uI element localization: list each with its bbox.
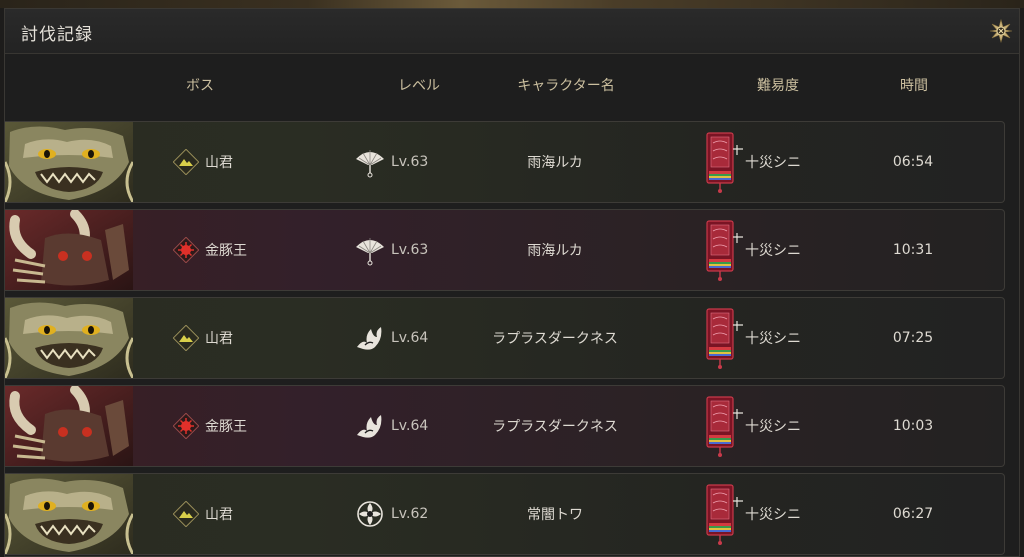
flame-icon — [356, 326, 383, 351]
fan-icon — [355, 237, 385, 266]
clear-time: 07:25 — [892, 330, 934, 346]
level-value: Lv.63 — [391, 242, 429, 258]
boss-cell: 山君 — [173, 298, 233, 378]
difficulty-tablet-icon — [706, 308, 743, 370]
level-value: Lv.64 — [391, 418, 429, 434]
difficulty-cell: 十災シニ — [703, 122, 801, 202]
difficulty-cell: 十災シニ — [703, 386, 801, 466]
difficulty-tablet-icon — [706, 220, 743, 282]
clear-time: 10:31 — [892, 242, 934, 258]
level-value: Lv.63 — [391, 154, 429, 170]
boss-name: 山君 — [205, 507, 233, 523]
level-cell: Lv.63 — [353, 122, 428, 202]
difficulty-cell: 十災シニ — [703, 474, 801, 554]
boss-portrait — [5, 298, 133, 378]
boss-portrait — [5, 474, 133, 554]
boss-name: 山君 — [205, 155, 233, 171]
column-header-level: レベル — [398, 78, 440, 94]
column-header-character: キャラクター名 — [517, 78, 615, 94]
difficulty-label: 十災シニ — [745, 243, 801, 259]
character-name: ラプラスダークネス — [492, 331, 618, 347]
column-header-difficulty: 難易度 — [757, 78, 799, 94]
column-header-time: 時間 — [900, 78, 928, 94]
record-row[interactable]: 金豚王 Lv.64 ラプラスダークネス 十災シニ 10:03 — [5, 385, 1005, 467]
fire-element-icon — [173, 413, 199, 439]
flower-icon — [357, 501, 383, 527]
difficulty-tablet-icon — [706, 484, 743, 546]
level-cell: Lv.64 — [353, 386, 428, 466]
difficulty-label: 十災シニ — [745, 331, 801, 347]
column-header-boss: ボス — [186, 78, 214, 94]
character-name: 雨海ルカ — [527, 155, 583, 171]
title-bar: 討伐記録 — [5, 9, 1019, 54]
character-name: 雨海ルカ — [527, 243, 583, 259]
level-cell: Lv.62 — [353, 474, 428, 554]
record-row[interactable]: 山君 Lv.64 ラプラスダークネス 十災シニ 07:25 — [5, 297, 1005, 379]
character-name: 常闇トワ — [527, 507, 583, 523]
fan-icon — [355, 149, 385, 178]
character-name: ラプラスダークネス — [492, 419, 618, 435]
boss-name: 金豚王 — [205, 419, 247, 435]
battle-record-window: 討伐記録 ボス レベル キャラクター名 難易度 時間 山君 Lv.63 雨海ルカ 十災… — [4, 8, 1020, 557]
level-value: Lv.62 — [391, 506, 429, 522]
flame-icon — [356, 414, 383, 439]
boss-cell: 金豚王 — [173, 386, 247, 466]
difficulty-label: 十災シニ — [745, 507, 801, 523]
difficulty-cell: 十災シニ — [703, 210, 801, 290]
clear-time: 06:27 — [892, 506, 934, 522]
boss-portrait — [5, 122, 133, 202]
boss-cell: 山君 — [173, 474, 233, 554]
background-strip — [0, 0, 1024, 8]
clear-time: 06:54 — [892, 154, 934, 170]
window-title: 討伐記録 — [21, 25, 93, 45]
level-cell: Lv.64 — [353, 298, 428, 378]
mountain-element-icon — [173, 501, 199, 527]
difficulty-cell: 十災シニ — [703, 298, 801, 378]
fire-element-icon — [173, 237, 199, 263]
table-header: ボス レベル キャラクター名 難易度 時間 — [5, 53, 1019, 121]
record-row[interactable]: 山君 Lv.62 常闇トワ 十災シニ 06:27 — [5, 473, 1005, 555]
mountain-element-icon — [173, 325, 199, 351]
difficulty-label: 十災シニ — [745, 419, 801, 435]
boss-name: 金豚王 — [205, 243, 247, 259]
record-row[interactable]: 金豚王 Lv.63 雨海ルカ 十災シニ 10:31 — [5, 209, 1005, 291]
clear-time: 10:03 — [892, 418, 934, 434]
boss-portrait — [5, 210, 133, 290]
boss-cell: 山君 — [173, 122, 233, 202]
boss-cell: 金豚王 — [173, 210, 247, 290]
close-icon[interactable] — [989, 18, 1013, 44]
level-value: Lv.64 — [391, 330, 429, 346]
record-row[interactable]: 山君 Lv.63 雨海ルカ 十災シニ 06:54 — [5, 121, 1005, 203]
mountain-element-icon — [173, 149, 199, 175]
difficulty-label: 十災シニ — [745, 155, 801, 171]
level-cell: Lv.63 — [353, 210, 428, 290]
boss-name: 山君 — [205, 331, 233, 347]
difficulty-tablet-icon — [706, 132, 743, 194]
difficulty-tablet-icon — [706, 396, 743, 458]
boss-portrait — [5, 386, 133, 466]
